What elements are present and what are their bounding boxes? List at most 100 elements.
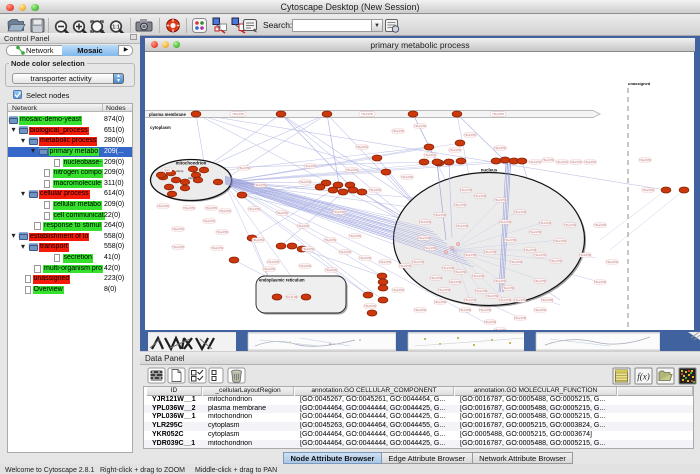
svg-text:endoplasmic reticulum: endoplasmic reticulum [259,278,305,283]
svg-text:YKL217W: YKL217W [502,286,514,290]
svg-text:YKL217W: YKL217W [424,153,436,157]
svg-text:YKL217W: YKL217W [510,260,522,264]
svg-text:YKL217W: YKL217W [504,238,516,242]
svg-text:YKL217W: YKL217W [484,320,496,324]
svg-text:YKL217W: YKL217W [203,219,215,223]
svg-text:YKL217W: YKL217W [248,207,260,211]
svg-text:YKL217W: YKL217W [494,198,506,202]
svg-text:YKL217W: YKL217W [539,221,551,225]
svg-text:YKL217W: YKL217W [556,160,568,164]
svg-text:mitochondrion: mitochondrion [176,161,207,166]
svg-text:plasma membrane: plasma membrane [149,112,186,117]
svg-text:YKL217W: YKL217W [211,246,223,250]
svg-text:YKL217W: YKL217W [541,298,553,302]
svg-text:YKL217W: YKL217W [333,210,345,214]
svg-text:YKL217W: YKL217W [579,253,591,257]
svg-text:YKL217W: YKL217W [594,223,606,227]
svg-text:YKL217W: YKL217W [183,206,195,210]
svg-text:YKL217W: YKL217W [401,175,413,179]
svg-text:YKL217W: YKL217W [454,203,466,207]
svg-text:YKL217W: YKL217W [299,180,311,184]
svg-text:YKL217W: YKL217W [349,234,361,238]
svg-text:YKL217W: YKL217W [379,260,391,264]
svg-text:YKL217W: YKL217W [346,168,358,172]
svg-text:YKL217W: YKL217W [414,124,426,128]
svg-text:YKL217W: YKL217W [642,188,654,192]
svg-text:YKL217W: YKL217W [449,148,461,152]
svg-text:YKL217W: YKL217W [479,308,491,312]
svg-text:YKL217W: YKL217W [392,129,404,133]
svg-text:Atp2p: Atp2p [188,176,196,180]
svg-text:YKL217W: YKL217W [460,188,472,192]
svg-text:YKL217W: YKL217W [297,224,309,228]
svg-text:YKL217W: YKL217W [232,112,244,116]
svg-text:YKL217W: YKL217W [564,223,576,227]
svg-text:YKL217W: YKL217W [464,133,476,137]
svg-text:YKL217W: YKL217W [216,230,228,234]
svg-text:YKL217W: YKL217W [238,166,250,170]
svg-text:YKL217W: YKL217W [172,227,184,231]
svg-text:YKL217W: YKL217W [474,194,486,198]
svg-text:YKL217W: YKL217W [606,260,618,264]
svg-text:YKL217W: YKL217W [529,160,541,164]
svg-text:YKL217W: YKL217W [534,279,546,283]
svg-text:YKL217W: YKL217W [492,112,504,116]
svg-text:YKL217W: YKL217W [534,253,546,257]
svg-text:YKL217W: YKL217W [430,276,442,280]
svg-text:YKL217W: YKL217W [299,264,311,268]
svg-text:YKL217W: YKL217W [584,160,596,164]
svg-text:YKL217W: YKL217W [434,213,446,217]
svg-text:YKL217W: YKL217W [369,188,381,192]
svg-text:YKL217W: YKL217W [254,183,266,187]
svg-text:YKL217W: YKL217W [419,220,431,224]
svg-text:YKL217W: YKL217W [570,160,582,164]
svg-text:YKL217W: YKL217W [499,220,511,224]
svg-text:YKL217W: YKL217W [472,274,484,278]
svg-text:YKL217W: YKL217W [418,236,430,240]
svg-text:YKL217W: YKL217W [454,270,466,274]
svg-text:YKL217W: YKL217W [339,250,351,254]
svg-text:YKL217W: YKL217W [359,256,371,260]
svg-text:YKL217W: YKL217W [424,246,436,250]
svg-text:YKL217W: YKL217W [459,308,471,312]
svg-text:YKL217W: YKL217W [414,308,426,312]
svg-text:YKL217W: YKL217W [219,209,231,213]
svg-text:YKL217W: YKL217W [484,250,496,254]
svg-text:YKL217W: YKL217W [514,298,526,302]
svg-text:YKL217W: YKL217W [399,264,411,268]
svg-text:YKL217W: YKL217W [325,268,337,272]
svg-text:YKL217W: YKL217W [514,316,526,320]
svg-text:YKL217W: YKL217W [494,279,506,283]
svg-text:YKL217W: YKL217W [267,260,279,264]
svg-text:YKL217W: YKL217W [494,146,506,150]
svg-text:YKL217W: YKL217W [456,224,468,228]
svg-text:YKL217W: YKL217W [252,238,264,242]
svg-text:YKL217W: YKL217W [554,239,566,243]
svg-text:YKL217W: YKL217W [524,248,536,252]
svg-text:YKL217W: YKL217W [205,206,217,210]
svg-text:YKL217W: YKL217W [304,164,316,168]
svg-text:YKL217W: YKL217W [438,288,450,292]
svg-text:YKL217W: YKL217W [392,288,404,292]
svg-text:cytoplasm: cytoplasm [150,125,171,130]
svg-text:YKL217W: YKL217W [534,308,546,312]
svg-text:YKL217W: YKL217W [594,280,606,284]
svg-text:YKL217W: YKL217W [172,245,184,249]
svg-text:YKL217W: YKL217W [157,204,169,208]
svg-text:f(x): f(x) [637,372,650,382]
svg-text:1:1: 1:1 [112,25,119,31]
svg-text:YKL217W: YKL217W [464,298,476,302]
svg-text:YKL217W: YKL217W [276,211,288,215]
svg-text:YKL217W: YKL217W [475,289,487,293]
svg-text:YKL217W: YKL217W [324,238,336,242]
svg-text:YKL217W: YKL217W [364,304,376,308]
svg-text:YKL217W: YKL217W [263,267,275,271]
svg-text:YKL217W: YKL217W [442,266,454,270]
svg-text:YKL217W: YKL217W [302,247,314,251]
svg-text:YKL217W: YKL217W [499,298,511,302]
svg-text:YKL217W: YKL217W [529,230,541,234]
svg-text:YKL217W: YKL217W [486,294,498,298]
svg-text:YKL217W: YKL217W [286,295,298,299]
svg-text:YKL217W: YKL217W [356,145,368,149]
svg-text:Atp1p: Atp1p [176,169,184,173]
